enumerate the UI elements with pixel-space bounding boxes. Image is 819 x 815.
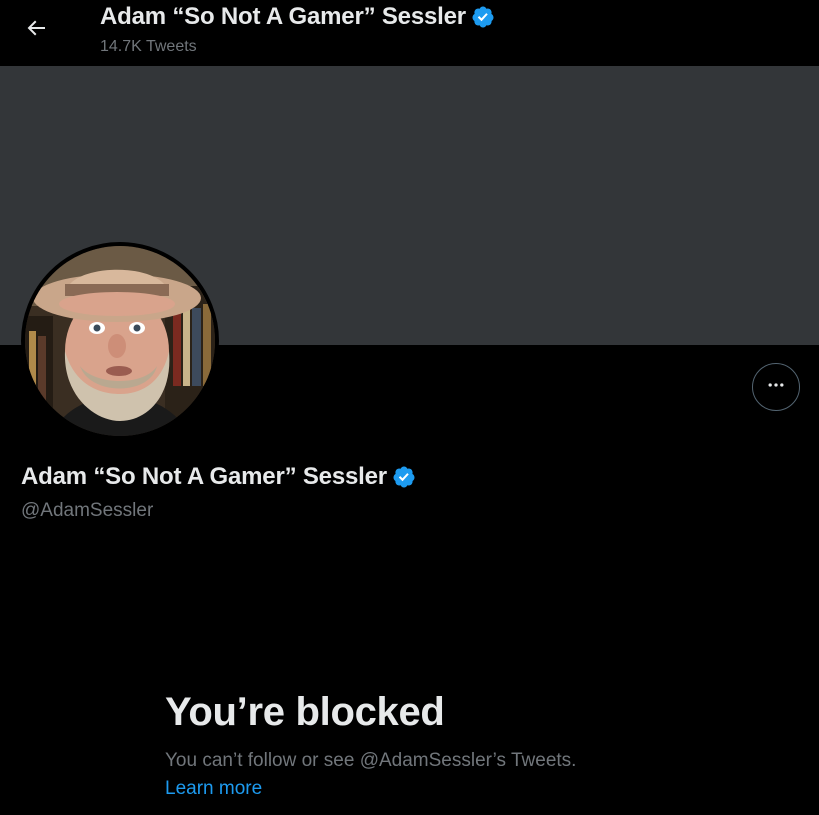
profile-page: Adam “So Not A Gamer” Sessler 14.7K Twee… xyxy=(0,0,819,815)
back-button[interactable] xyxy=(16,10,56,50)
header-title: Adam “So Not A Gamer” Sessler xyxy=(100,3,466,30)
profile-handle: @AdamSessler xyxy=(21,500,154,521)
verified-badge-icon xyxy=(392,465,416,489)
more-horizontal-icon xyxy=(766,375,786,400)
blocked-title: You’re blocked xyxy=(165,690,445,734)
blocked-notice: You’re blocked You can’t follow or see @… xyxy=(165,688,665,801)
blocked-description: You can’t follow or see @AdamSessler’s T… xyxy=(165,750,577,771)
verified-badge-icon xyxy=(471,5,495,29)
profile-name: Adam “So Not A Gamer” Sessler xyxy=(21,463,387,490)
header-title-row: Adam “So Not A Gamer” Sessler xyxy=(100,3,495,31)
tweet-count: 14.7K Tweets xyxy=(100,38,197,55)
more-button[interactable] xyxy=(752,363,800,411)
avatar[interactable] xyxy=(21,242,219,440)
learn-more-link[interactable]: Learn more xyxy=(165,777,262,801)
profile-name-row: Adam “So Not A Gamer” Sessler xyxy=(21,463,416,491)
top-header: Adam “So Not A Gamer” Sessler 14.7K Twee… xyxy=(0,0,819,66)
arrow-left-icon xyxy=(24,16,48,45)
